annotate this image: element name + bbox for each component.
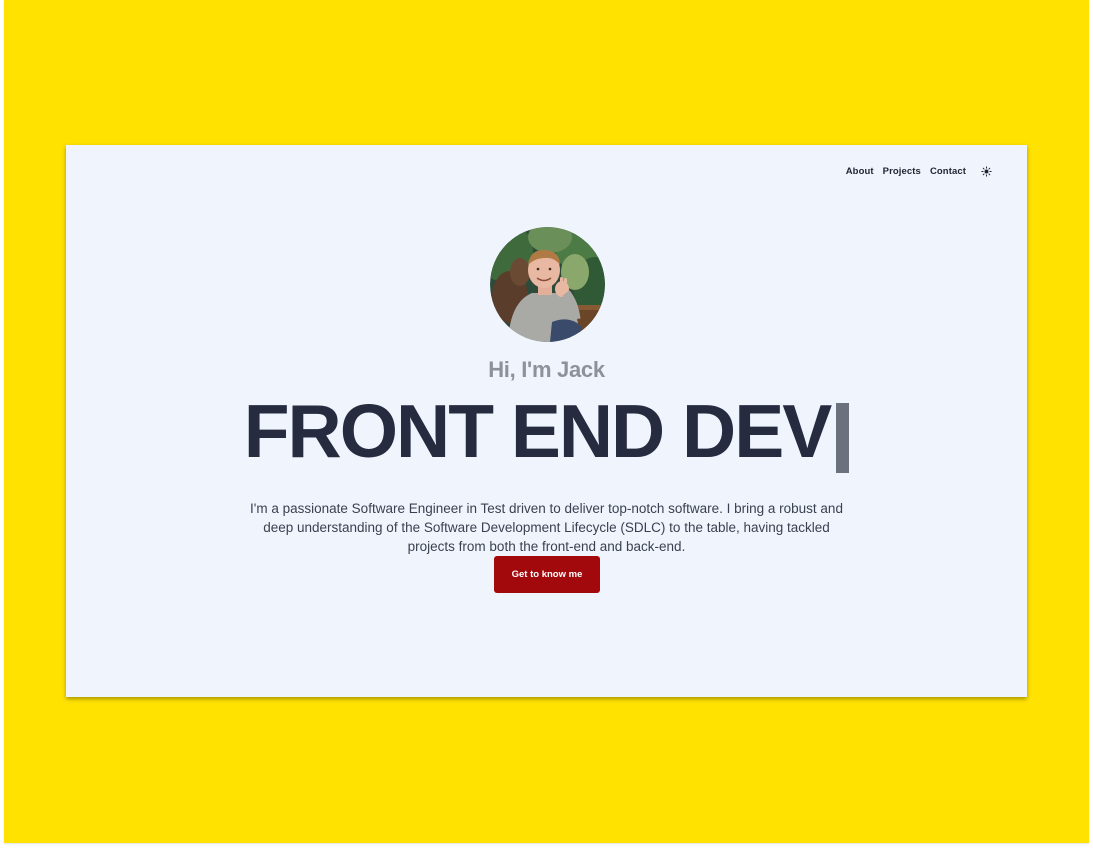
website-screenshot: About Projects Contact Hi, I'm Jack FRON…: [66, 145, 1027, 697]
get-to-know-me-button[interactable]: Get to know me: [494, 556, 600, 593]
nav-link-projects[interactable]: Projects: [883, 166, 921, 177]
page-title: FRONT END DEV: [243, 389, 833, 473]
intro-paragraph: I'm a passionate Software Engineer in Te…: [250, 500, 843, 554]
profile-photo-icon: [490, 227, 605, 342]
presentation-frame: About Projects Contact Hi, I'm Jack FRON…: [4, 0, 1089, 843]
sun-icon[interactable]: [979, 164, 993, 178]
typing-cursor: [836, 403, 850, 473]
nav-link-contact[interactable]: Contact: [930, 166, 966, 177]
greeting: Hi, I'm Jack: [488, 357, 605, 382]
avatar: [490, 227, 605, 342]
top-nav: About Projects Contact: [846, 164, 993, 178]
headline-row: FRONT END DEV: [66, 393, 1027, 473]
nav-link-about[interactable]: About: [846, 166, 874, 177]
